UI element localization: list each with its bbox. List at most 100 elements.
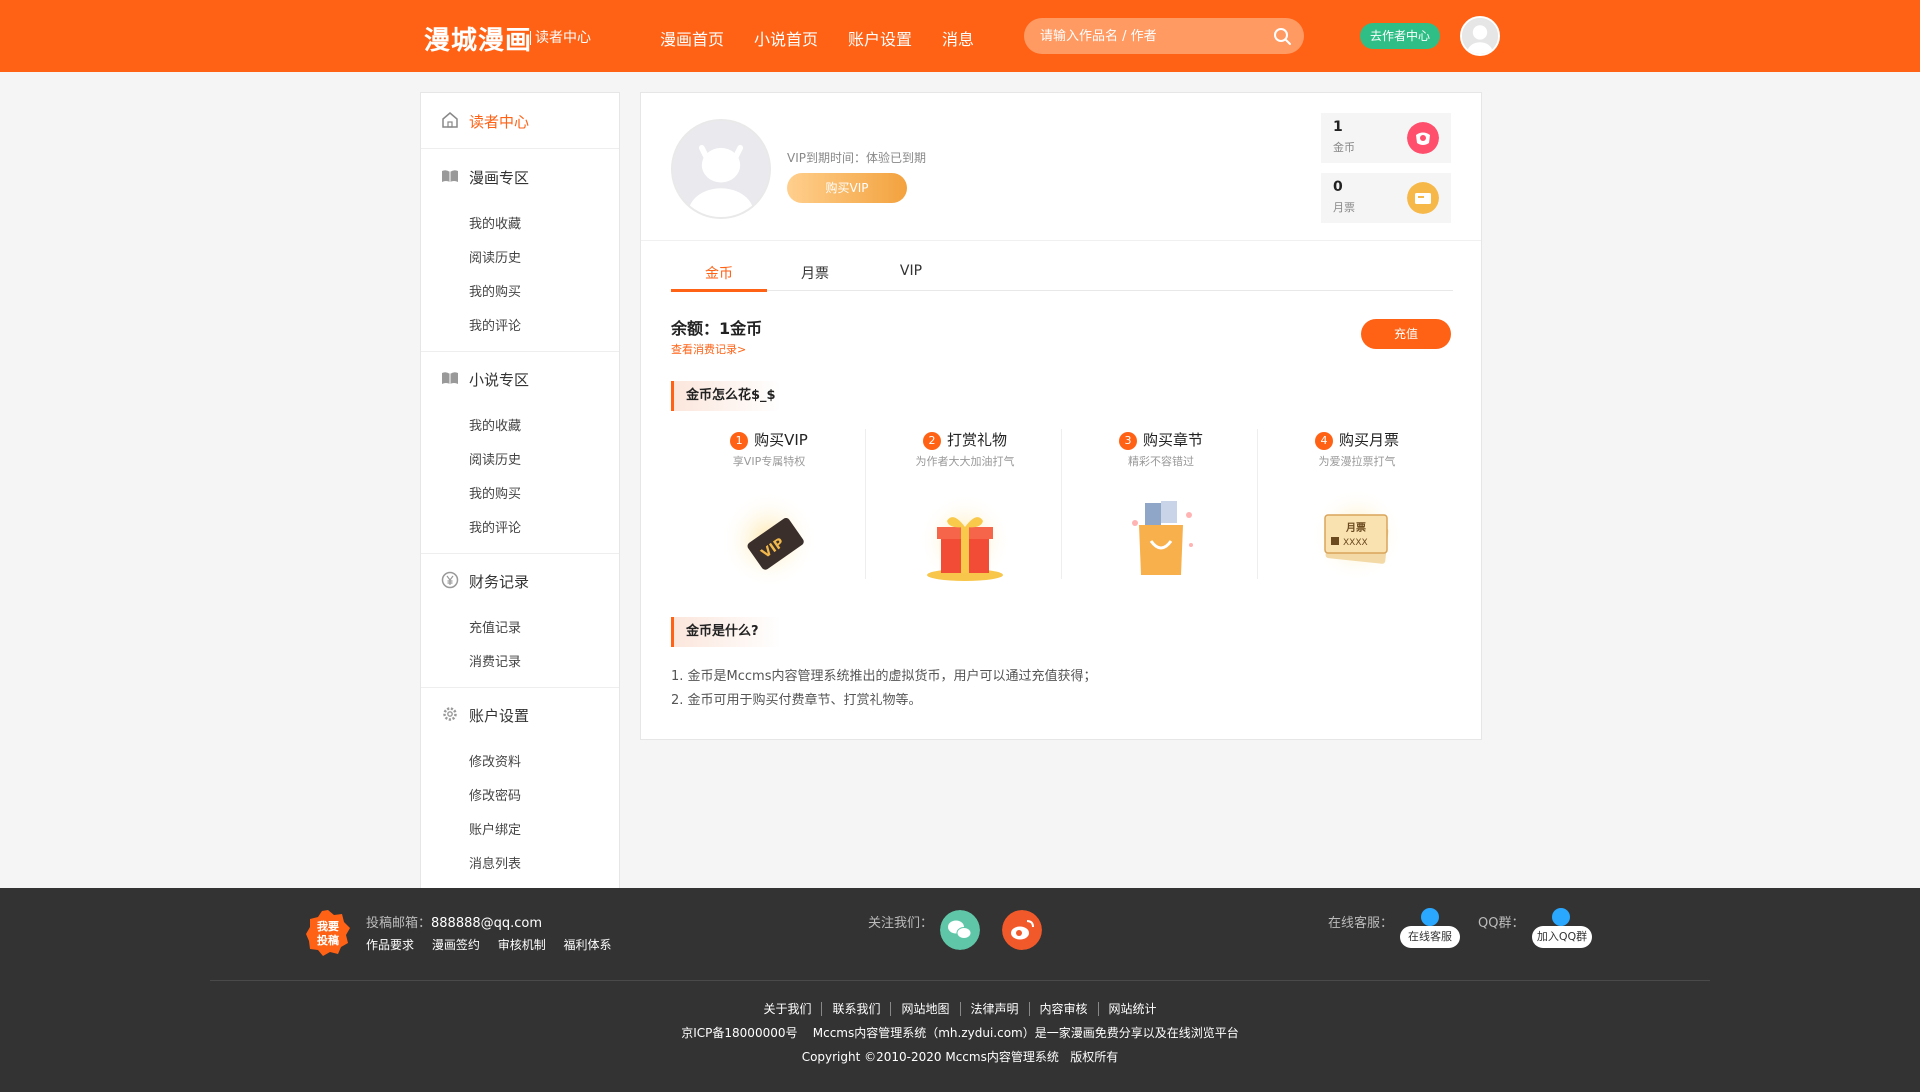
author-center-button[interactable]: 去作者中心 xyxy=(1360,23,1440,49)
coin-description-line: 1. 金币是Mccms内容管理系统推出的虚拟货币，用户可以通过充值获得； xyxy=(671,669,1097,684)
profile-summary: VIP到期时间：体验已到期 购买VIP 1 金币 0 月票 xyxy=(641,93,1481,241)
search-input[interactable] xyxy=(1040,26,1260,46)
sidebar: 读者中心 漫画专区 我的收藏 阅读历史 我的购买 我的评论 小说专区 我的收藏 … xyxy=(420,92,620,892)
tickets-value: 0 xyxy=(1333,179,1343,195)
footer-link[interactable]: 漫画签约 xyxy=(432,938,480,952)
online-service-label: 在线客服： xyxy=(1328,916,1394,931)
nav-messages[interactable]: 消息 xyxy=(942,26,974,50)
profile-avatar[interactable] xyxy=(671,119,771,219)
coins-stat: 1 金币 xyxy=(1321,113,1451,163)
default-avatar-icon xyxy=(1462,18,1498,54)
sidebar-divider xyxy=(421,351,619,352)
follow-us-label: 关注我们： xyxy=(868,916,934,931)
sidebar-item-novel-favorites[interactable]: 我的收藏 xyxy=(469,415,521,434)
gear-icon xyxy=(443,707,457,721)
spend-way-title: 4 购买月票 xyxy=(1259,429,1455,450)
spend-way-label: 购买VIP xyxy=(754,431,808,449)
coins-label: 金币 xyxy=(1333,141,1355,154)
spend-way-subtitle: 享VIP专属特权 xyxy=(732,455,806,468)
user-avatar[interactable] xyxy=(1460,16,1500,56)
ticket-icon xyxy=(1407,182,1439,214)
footer-link-stats[interactable]: 网站统计 xyxy=(1099,1002,1167,1016)
sidebar-item-recharge-records[interactable]: 充值记录 xyxy=(469,617,521,636)
home-icon xyxy=(442,112,458,128)
footer-link-content-review[interactable]: 内容审核 xyxy=(1029,1002,1099,1016)
tab-coins[interactable]: 金币 xyxy=(671,263,767,283)
sidebar-section-finance: 财务记录 xyxy=(469,573,530,591)
sidebar-divider xyxy=(421,687,619,688)
sidebar-section-comic: 漫画专区 xyxy=(469,169,530,187)
coins-value: 1 xyxy=(1333,119,1343,135)
spend-way-buy-vip[interactable]: 1 购买VIP 享VIP专属特权 VIP xyxy=(671,429,867,587)
footer-link-legal[interactable]: 法律声明 xyxy=(960,1002,1030,1016)
spend-way-title: 1 购买VIP xyxy=(671,429,867,450)
ticket-code: XXXX xyxy=(1343,538,1368,548)
footer-divider xyxy=(210,980,1710,981)
join-qq-group-button[interactable]: 加入QQ群 xyxy=(1532,926,1592,948)
nav-novel-home[interactable]: 小说首页 xyxy=(754,26,818,50)
site-logo[interactable]: 漫城漫画 xyxy=(424,20,532,57)
sidebar-item-edit-profile[interactable]: 修改资料 xyxy=(469,751,521,770)
sidebar-item-novel-history[interactable]: 阅读历史 xyxy=(469,449,521,468)
section-title-how-to-spend: 金币怎么花$_$ xyxy=(671,381,781,411)
sidebar-item-comic-purchases[interactable]: 我的购买 xyxy=(469,281,521,300)
footer-link[interactable]: 福利体系 xyxy=(564,938,612,952)
sidebar-item-reader-center[interactable]: 读者中心 xyxy=(421,93,619,149)
coin-purse-icon xyxy=(1407,122,1439,154)
footer: 我要 投稿 投稿邮箱：888888@qq.com 作品要求 漫画签约 审核机制 … xyxy=(0,888,1920,1092)
sidebar-item-account-binding[interactable]: 账户绑定 xyxy=(469,819,521,838)
footer-submission-links: 作品要求 漫画签约 审核机制 福利体系 xyxy=(366,936,626,953)
email-address[interactable]: 888888@qq.com xyxy=(431,916,542,931)
nav-comic-home[interactable]: 漫画首页 xyxy=(660,26,724,50)
sidebar-item-novel-comments[interactable]: 我的评论 xyxy=(469,517,521,536)
online-service-button[interactable]: 在线客服 xyxy=(1400,926,1460,948)
sidebar-item-spending-records[interactable]: 消费记录 xyxy=(469,651,521,670)
divider xyxy=(1257,429,1258,579)
customer-service-icon xyxy=(1421,908,1439,926)
spend-way-gift[interactable]: 2 打赏礼物 为作者大大加油打气 xyxy=(867,429,1063,587)
footer-link[interactable]: 审核机制 xyxy=(498,938,546,952)
spend-way-label: 购买月票 xyxy=(1338,431,1399,449)
main-panel: VIP到期时间：体验已到期 购买VIP 1 金币 0 月票 金币 月票 VIP xyxy=(640,92,1482,740)
wechat-icon[interactable] xyxy=(940,910,980,950)
spending-history-link[interactable]: 查看消费记录> xyxy=(671,341,746,357)
book-icon xyxy=(442,372,458,384)
footer-link-about[interactable]: 关于我们 xyxy=(753,1002,823,1016)
sidebar-item-comic-history[interactable]: 阅读历史 xyxy=(469,247,521,266)
ticket-icon: 月票 XXXX xyxy=(1311,489,1403,581)
step-number: 2 xyxy=(922,432,941,450)
footer-link-sitemap[interactable]: 网站地图 xyxy=(891,1002,961,1016)
tab-vip[interactable]: VIP xyxy=(863,263,959,279)
spend-way-label: 打赏礼物 xyxy=(946,431,1007,449)
qq-icon xyxy=(1552,908,1570,926)
footer-link[interactable]: 作品要求 xyxy=(366,938,414,952)
nav-account-settings[interactable]: 账户设置 xyxy=(848,26,912,50)
spend-way-title: 3 购买章节 xyxy=(1063,429,1259,450)
recharge-button[interactable]: 充值 xyxy=(1361,319,1451,349)
spend-way-label: 购买章节 xyxy=(1142,431,1203,449)
default-avatar-icon xyxy=(673,121,769,217)
yen-icon xyxy=(441,571,459,589)
submit-work-badge[interactable]: 我要 投稿 xyxy=(306,910,350,956)
section-title-what-are-coins: 金币是什么? xyxy=(671,617,781,647)
spend-way-buy-ticket[interactable]: 4 购买月票 为爱漫拉票打气 月票 XXXX xyxy=(1259,429,1455,587)
step-number: 3 xyxy=(1118,432,1137,450)
spend-way-buy-chapter[interactable]: 3 购买章节 精彩不容错过 xyxy=(1063,429,1259,587)
sidebar-item-comic-favorites[interactable]: 我的收藏 xyxy=(469,213,521,232)
sidebar-section-account: 账户设置 xyxy=(469,707,530,725)
footer-link-contact[interactable]: 联系我们 xyxy=(822,1002,892,1016)
email-label: 投稿邮箱： xyxy=(366,916,432,931)
sidebar-item-message-list[interactable]: 消息列表 xyxy=(469,853,521,872)
balance-text: 余额：1金币 xyxy=(671,319,763,338)
tab-monthly-tickets[interactable]: 月票 xyxy=(767,263,863,283)
sidebar-item-change-password[interactable]: 修改密码 xyxy=(469,785,521,804)
sidebar-item-comic-comments[interactable]: 我的评论 xyxy=(469,315,521,334)
search-icon[interactable] xyxy=(1272,26,1292,46)
divider xyxy=(1061,429,1062,579)
copyright-text: Copyright ©2010-2020 Mccms内容管理系统 版权所有 xyxy=(801,1050,1119,1064)
shopping-bag-icon xyxy=(1132,501,1193,575)
weibo-icon[interactable] xyxy=(1002,910,1042,950)
sidebar-item-novel-purchases[interactable]: 我的购买 xyxy=(469,483,521,502)
buy-vip-button[interactable]: 购买VIP xyxy=(787,173,907,203)
coin-description-line: 2. 金币可用于购买付费章节、打赏礼物等。 xyxy=(671,693,922,708)
